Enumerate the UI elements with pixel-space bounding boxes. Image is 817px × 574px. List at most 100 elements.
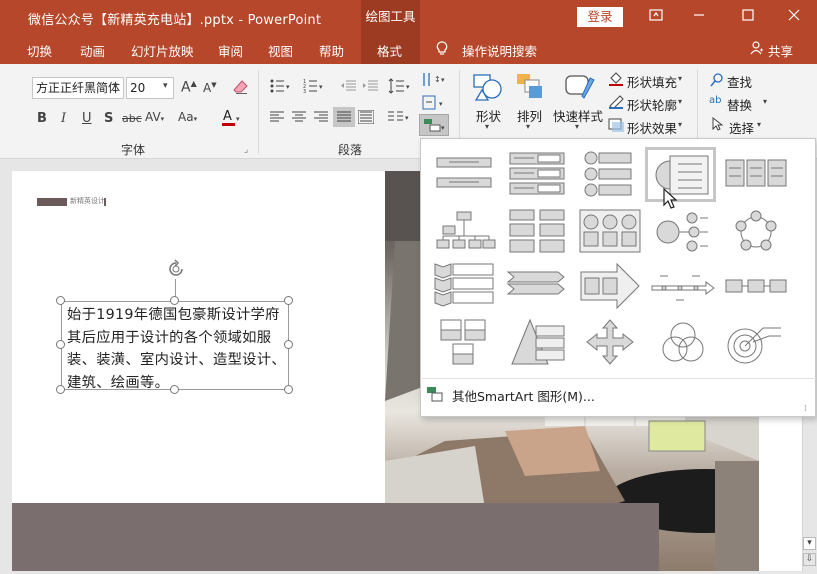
find-button[interactable]: 查找: [727, 72, 752, 91]
font-color-icon[interactable]: A ▾: [220, 108, 242, 132]
rotate-handle-icon[interactable]: [164, 257, 188, 285]
smartart-radial-list[interactable]: [650, 208, 716, 256]
resize-handle-left[interactable]: [56, 340, 65, 349]
distributed-icon[interactable]: [357, 109, 375, 128]
arrange-icon[interactable]: [515, 72, 545, 106]
arrange-dropdown-icon[interactable]: ▾: [526, 122, 530, 131]
share-button[interactable]: 共享: [768, 41, 793, 60]
shrink-font-icon[interactable]: A▼: [203, 81, 217, 95]
shape-effects-dropdown-icon[interactable]: ▾: [678, 120, 682, 129]
font-name-combobox[interactable]: 方正正纤黑简体: [32, 77, 124, 99]
smartart-table-hierarchy[interactable]: [504, 208, 570, 256]
character-spacing-icon[interactable]: AV▾: [145, 110, 164, 124]
text-direction-icon[interactable]: ↕ ▾: [421, 72, 447, 94]
find-icon[interactable]: [710, 73, 724, 91]
bold-icon[interactable]: B: [37, 111, 47, 126]
smartart-vertical-chevron-list[interactable]: [431, 262, 497, 310]
resize-handle-bottom-left[interactable]: [56, 385, 65, 394]
tell-me-search[interactable]: 操作说明搜索: [462, 41, 537, 60]
shapes-icon[interactable]: [472, 72, 504, 106]
smartart-horizontal-bullet-list[interactable]: [723, 150, 789, 198]
ribbon-display-options-icon[interactable]: [645, 6, 667, 28]
minimize-button[interactable]: [688, 6, 710, 28]
resize-handle-top[interactable]: [170, 296, 179, 305]
align-left-icon[interactable]: [270, 111, 284, 127]
font-dialog-launcher-icon[interactable]: ⌟: [244, 145, 248, 155]
gallery-resize-grip-icon[interactable]: ⁞: [804, 404, 807, 414]
smartart-organization-chart[interactable]: [431, 208, 497, 256]
smartart-timeline[interactable]: [650, 262, 716, 310]
smartart-basic-venn[interactable]: [650, 318, 716, 366]
shape-fill-button[interactable]: 形状填充: [627, 72, 677, 91]
tab-view[interactable]: 视图: [268, 41, 293, 60]
smartart-process-arrows[interactable]: [577, 262, 643, 310]
smartart-picture-list[interactable]: [431, 318, 497, 366]
replace-icon[interactable]: ab: [709, 95, 721, 106]
clear-formatting-icon[interactable]: [233, 79, 249, 99]
select-button[interactable]: 选择: [729, 118, 754, 137]
align-center-icon[interactable]: [292, 111, 306, 127]
shape-outline-button[interactable]: 形状轮廓: [627, 95, 677, 114]
smartart-pyramid-list[interactable]: [504, 318, 570, 366]
resize-handle-bottom-right[interactable]: [284, 385, 293, 394]
grow-font-icon[interactable]: A▲: [181, 79, 197, 96]
maximize-button[interactable]: [737, 6, 759, 28]
numbering-icon[interactable]: 1 2 3 ▾: [303, 79, 325, 97]
scroll-down-icon[interactable]: ▾: [803, 537, 816, 550]
tab-review[interactable]: 审阅: [218, 41, 243, 60]
quick-styles-dropdown-icon[interactable]: ▾: [575, 122, 579, 131]
align-text-icon[interactable]: ▾: [421, 94, 447, 116]
smartart-stacked-list[interactable]: [577, 150, 643, 198]
smartart-circle-arrow-list[interactable]: [577, 208, 643, 256]
resize-handle-right[interactable]: [284, 340, 293, 349]
smartart-vertical-circle-list-selected[interactable]: [645, 147, 716, 202]
replace-button[interactable]: 替换: [727, 95, 752, 114]
next-slide-icon[interactable]: ⇩: [803, 553, 816, 566]
tab-slideshow[interactable]: 幻灯片放映: [131, 41, 194, 60]
select-dropdown-icon[interactable]: ▾: [757, 120, 761, 129]
decrease-indent-icon[interactable]: [340, 80, 356, 96]
columns-icon[interactable]: ▾: [388, 110, 412, 128]
align-right-icon[interactable]: [314, 111, 328, 127]
bullets-icon[interactable]: ▾: [270, 79, 292, 97]
strikethrough-icon[interactable]: abc: [122, 112, 142, 125]
smartart-vertical-bullet-list[interactable]: [504, 150, 570, 198]
smartart-basic-cycle[interactable]: [723, 208, 789, 256]
underline-icon[interactable]: U: [82, 111, 92, 126]
tab-help[interactable]: 帮助: [319, 41, 344, 60]
change-case-icon[interactable]: Aa▾: [178, 110, 197, 124]
tab-transitions[interactable]: 切换: [27, 41, 52, 60]
shadow-icon[interactable]: S: [104, 111, 113, 126]
resize-handle-top-right[interactable]: [284, 296, 293, 305]
shape-effects-button[interactable]: 形状效果: [627, 118, 677, 137]
smartart-four-arrows[interactable]: [577, 318, 643, 366]
font-name-dropdown-icon[interactable]: ▾: [113, 81, 118, 91]
resize-handle-bottom[interactable]: [170, 385, 179, 394]
convert-to-smartart-button[interactable]: ▾: [419, 114, 449, 136]
login-button[interactable]: 登录: [577, 7, 623, 27]
tab-format[interactable]: 格式: [377, 41, 402, 60]
justify-icon[interactable]: [333, 107, 355, 127]
replace-dropdown-icon[interactable]: ▾: [763, 97, 767, 106]
smartart-horizontal-chevron-list[interactable]: [504, 262, 570, 310]
close-button[interactable]: [783, 6, 805, 28]
font-size-dropdown-icon[interactable]: ▾: [163, 81, 168, 91]
quick-styles-icon[interactable]: [564, 72, 596, 106]
increase-indent-icon[interactable]: [362, 80, 378, 96]
more-smartart-graphics-link[interactable]: 其他SmartArt 图形(M)...: [452, 386, 595, 405]
shape-effects-icon[interactable]: [608, 118, 626, 136]
italic-icon[interactable]: I: [61, 111, 66, 126]
shape-fill-icon[interactable]: [608, 72, 626, 90]
smartart-basic-process[interactable]: [723, 262, 789, 310]
smartart-target-list[interactable]: [723, 318, 789, 366]
shape-outline-icon[interactable]: [608, 95, 626, 113]
line-spacing-icon[interactable]: ▾: [388, 78, 412, 98]
body-text[interactable]: 始于1919年德国包豪斯设计学府其后应用于设计的各个领域如服装、装潢、室内设计、…: [67, 304, 289, 394]
select-cursor-icon[interactable]: [711, 116, 724, 135]
resize-handle-top-left[interactable]: [56, 296, 65, 305]
smartart-basic-block-list[interactable]: [431, 150, 497, 198]
shapes-dropdown-icon[interactable]: ▾: [485, 122, 489, 131]
shape-fill-dropdown-icon[interactable]: ▾: [678, 74, 682, 83]
tab-animations[interactable]: 动画: [80, 41, 105, 60]
shape-outline-dropdown-icon[interactable]: ▾: [678, 97, 682, 106]
